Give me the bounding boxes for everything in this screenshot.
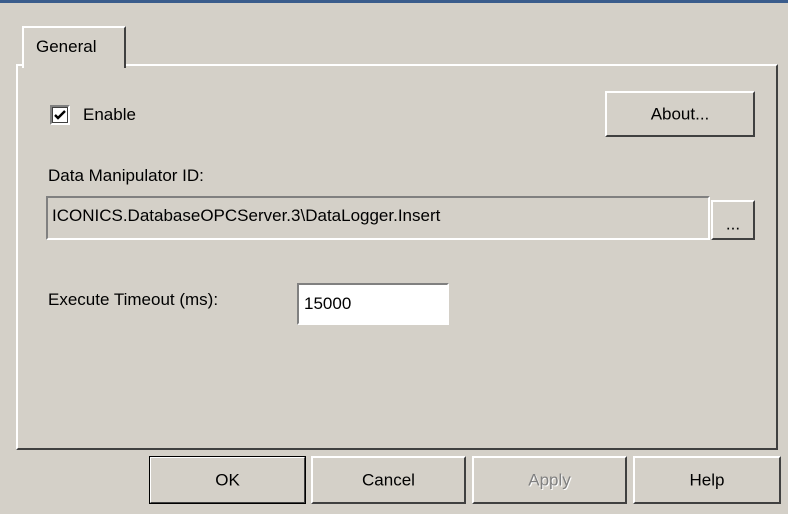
execute-timeout-value: 15000 [304, 294, 352, 313]
window-top-edge [0, 0, 788, 3]
data-manipulator-id-value: ICONICS.DatabaseOPCServer.3\DataLogger.I… [52, 206, 441, 225]
apply-button[interactable]: Apply [472, 456, 627, 504]
browse-button[interactable]: ... [711, 200, 755, 240]
execute-timeout-input[interactable]: 15000 [297, 283, 449, 325]
about-button[interactable]: About... [605, 91, 755, 137]
enable-label[interactable]: Enable [83, 105, 136, 125]
enable-checkbox[interactable] [50, 105, 70, 125]
cancel-button[interactable]: Cancel [311, 456, 466, 504]
ok-button[interactable]: OK [149, 456, 306, 504]
tab-general[interactable]: General [22, 26, 126, 68]
execute-timeout-label: Execute Timeout (ms): [48, 290, 219, 309]
help-button[interactable]: Help [633, 456, 781, 504]
data-manipulator-id-field[interactable]: ICONICS.DatabaseOPCServer.3\DataLogger.I… [46, 196, 710, 240]
data-manipulator-id-label: Data Manipulator ID: [48, 166, 204, 185]
tab-general-label: General [36, 37, 97, 56]
check-mark-icon [54, 110, 66, 120]
